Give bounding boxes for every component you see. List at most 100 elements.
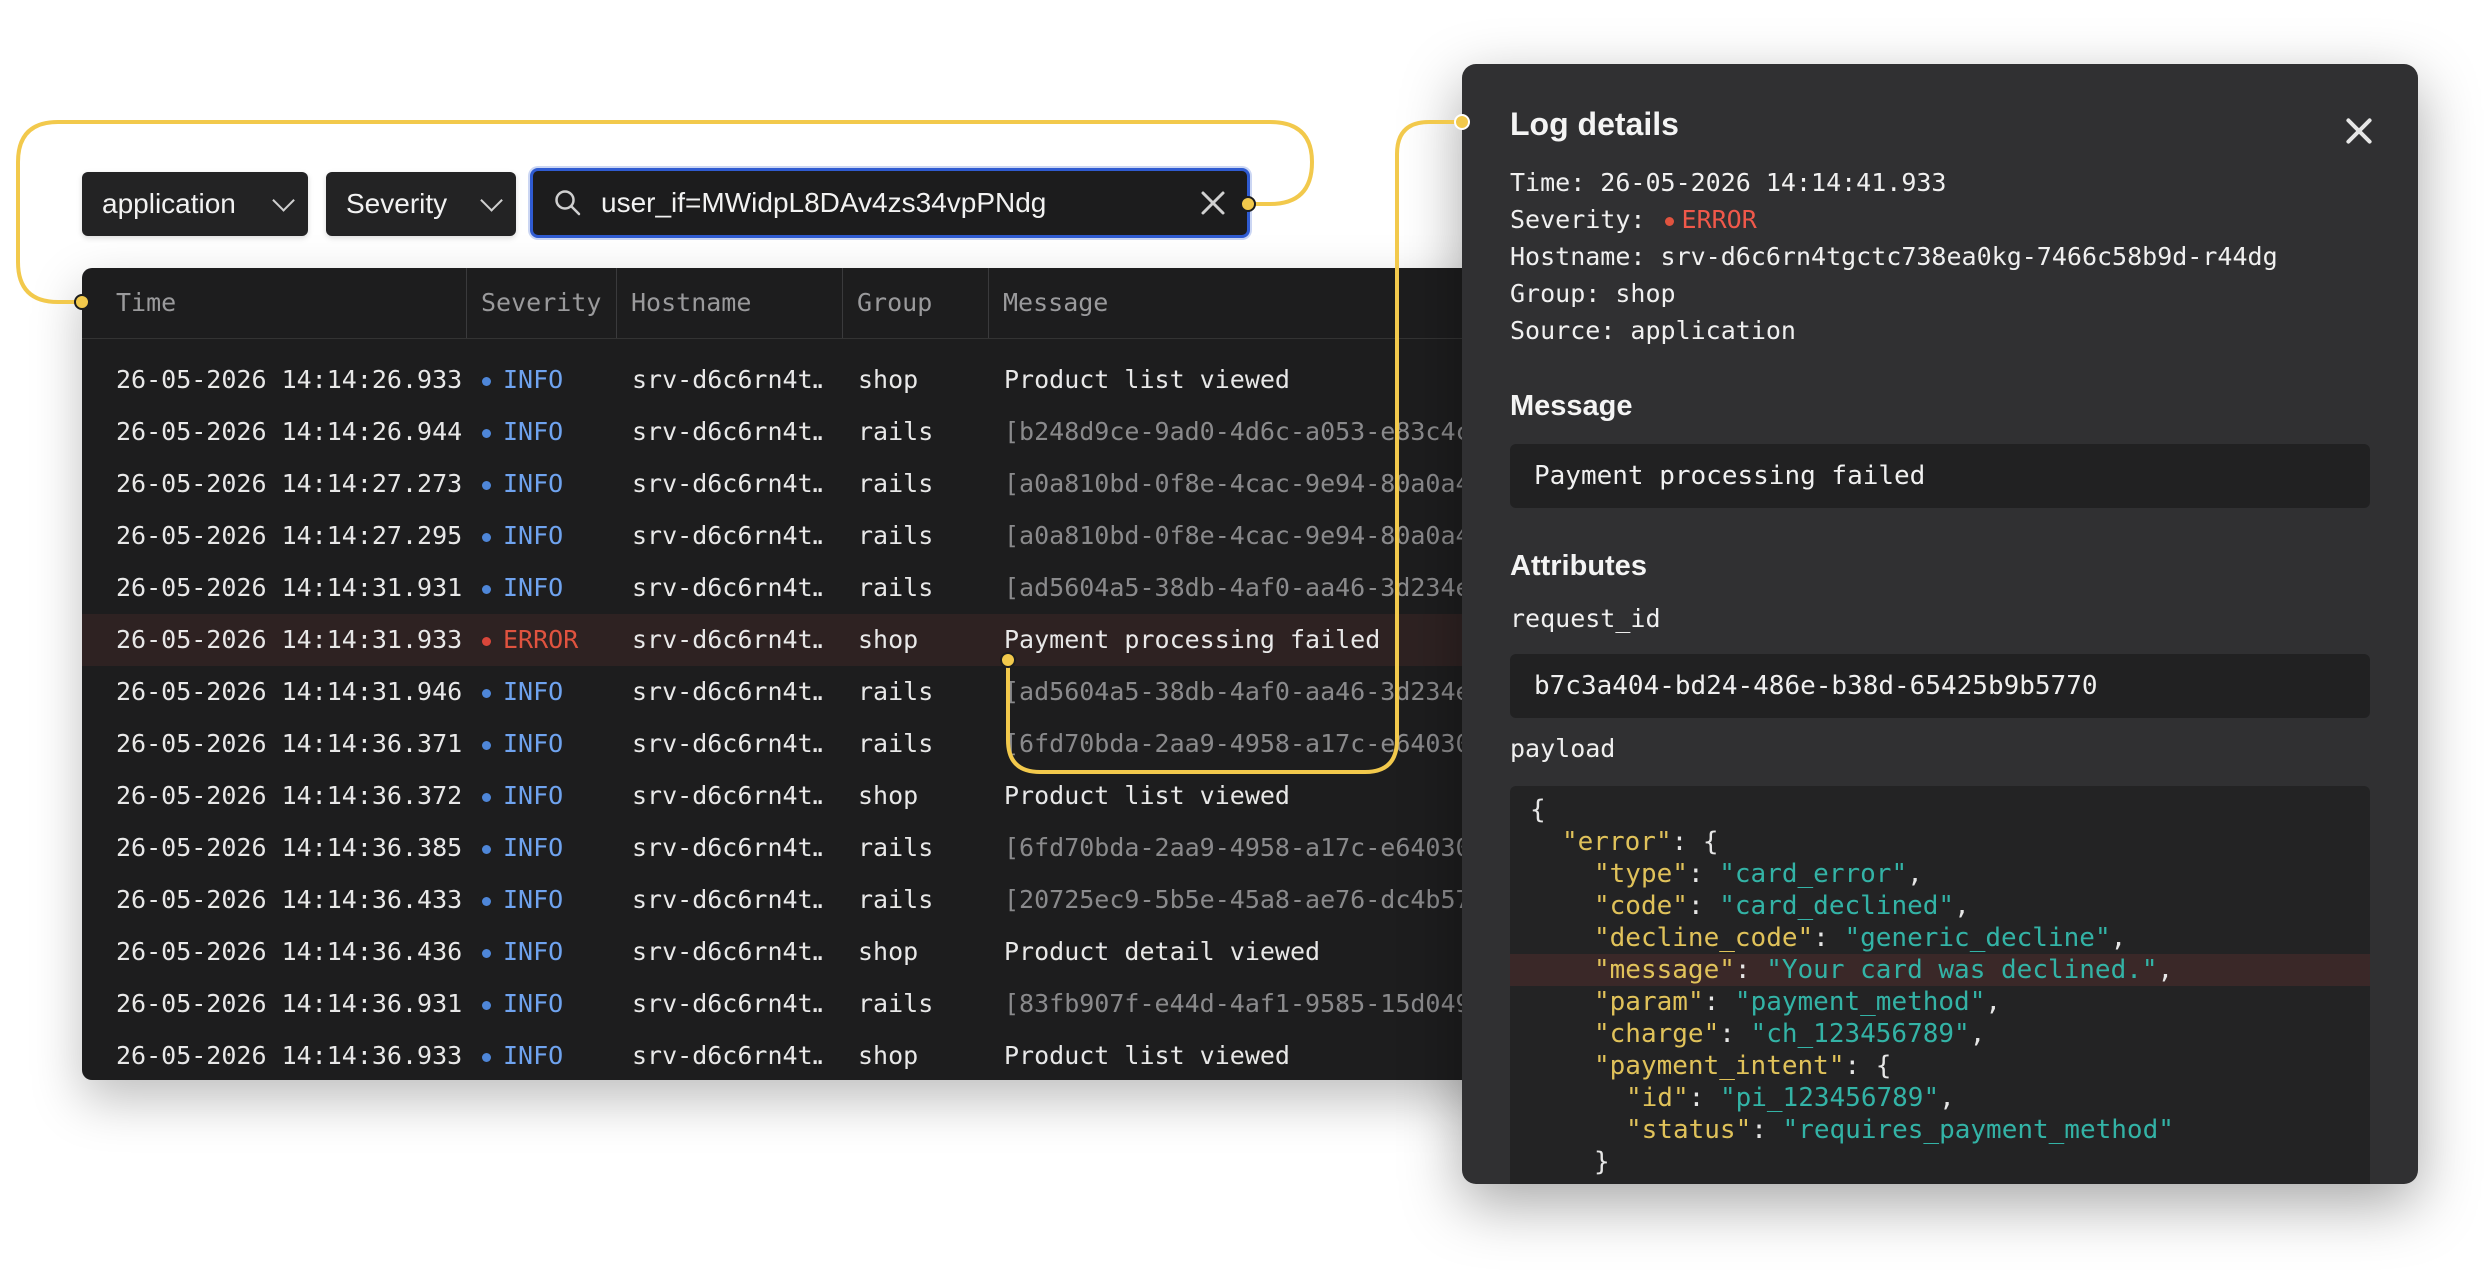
payload-brace: { <box>1530 795 1546 825</box>
payload-line: "payment_intent": { <box>1594 1051 1892 1081</box>
table-row[interactable]: 26-05-2026 14:14:26.933 INFO srv-d6c6rn4t…… <box>82 354 1512 406</box>
column-header-severity[interactable]: Severity <box>466 268 601 338</box>
severity-dot-icon <box>482 584 491 594</box>
cell-message: Product list viewed <box>1004 781 1290 810</box>
table-row[interactable]: 26-05-2026 14:14:36.385 INFO srv-d6c6rn4t…… <box>82 822 1512 874</box>
cell-time: 26-05-2026 14:14:36.436 <box>116 937 463 966</box>
cell-message: [6fd70bda-2aa9-4958-a17c-e64030 <box>1004 833 1471 862</box>
cell-hostname: srv-d6c6rn4t… <box>632 781 822 810</box>
column-header-message[interactable]: Message <box>988 268 1108 338</box>
severity-dot-icon <box>482 428 491 438</box>
detail-group: Group: shop <box>1510 279 1676 308</box>
cell-hostname: srv-d6c6rn4t… <box>632 677 822 706</box>
payload-value: "ch_123456789" <box>1750 1019 1970 1049</box>
severity-text: INFO <box>503 573 564 602</box>
payload-key: "payment_intent" <box>1594 1051 1845 1081</box>
chevron-down-icon <box>272 189 295 212</box>
severity-text: INFO <box>503 677 564 706</box>
cell-message: [ad5604a5-38db-4af0-aa46-3d234e <box>1004 677 1471 706</box>
payload-open-brace: { <box>1875 1051 1892 1081</box>
cell-severity: INFO <box>482 354 632 406</box>
payload-line: { <box>1510 794 2370 826</box>
cell-group: rails <box>858 677 934 706</box>
table-row[interactable]: 26-05-2026 14:14:36.371 INFO srv-d6c6rn4t…… <box>82 718 1512 770</box>
table-row[interactable]: 26-05-2026 14:14:31.946 INFO srv-d6c6rn4t…… <box>82 666 1512 718</box>
search-input[interactable]: user_if=MWidpL8DAv4zs34vpPNdg <box>530 168 1250 238</box>
table-row[interactable]: 26-05-2026 14:14:36.933 INFO srv-d6c6rn4t…… <box>82 1030 1512 1080</box>
cell-hostname: srv-d6c6rn4t… <box>632 937 822 966</box>
payload-line: "decline_code": "generic_decline", <box>1594 923 2127 953</box>
severity-filter-dropdown[interactable]: Severity <box>326 172 516 236</box>
severity-dot-icon <box>482 636 491 646</box>
table-row[interactable]: 26-05-2026 14:14:36.433 INFO srv-d6c6rn4t…… <box>82 874 1512 926</box>
cell-time: 26-05-2026 14:14:36.371 <box>116 729 463 758</box>
column-header-time[interactable]: Time <box>116 268 176 338</box>
severity-text: INFO <box>503 937 564 966</box>
cell-time: 26-05-2026 14:14:31.933 <box>116 625 463 654</box>
payload-line: "param": "payment_method", <box>1594 987 2002 1017</box>
table-header: Time Severity Hostname Group Message <box>82 268 1512 339</box>
details-title: Log details <box>1510 106 1679 142</box>
cell-message: Payment processing failed <box>1004 625 1381 654</box>
close-icon[interactable] <box>2342 114 2376 148</box>
cell-message: Product detail viewed <box>1004 937 1321 966</box>
payload-line: "error": { <box>1562 827 1719 857</box>
cell-severity: INFO <box>482 1030 632 1080</box>
severity-text: INFO <box>503 417 564 446</box>
severity-dot-icon <box>482 480 491 490</box>
severity-text: INFO <box>503 365 564 394</box>
column-header-group[interactable]: Group <box>842 268 932 338</box>
cell-severity: INFO <box>482 666 632 718</box>
cell-severity: INFO <box>482 926 632 978</box>
column-header-hostname[interactable]: Hostname <box>616 268 751 338</box>
payload-open-brace: { <box>1702 827 1719 857</box>
cell-time: 26-05-2026 14:14:36.933 <box>116 1041 463 1070</box>
cell-time: 26-05-2026 14:14:36.433 <box>116 885 463 914</box>
cell-hostname: srv-d6c6rn4t… <box>632 729 822 758</box>
payload-value: "Your card was declined." <box>1766 955 2158 985</box>
payload-code-block: {"error": {"type": "card_error", "code": … <box>1510 786 2370 1184</box>
table-row[interactable]: 26-05-2026 14:14:31.933 ERROR srv-d6c6rn4t… <box>82 614 1512 666</box>
cell-message: [ad5604a5-38db-4af0-aa46-3d234e <box>1004 573 1471 602</box>
table-row[interactable]: 26-05-2026 14:14:31.931 INFO srv-d6c6rn4t…… <box>82 562 1512 614</box>
cell-time: 26-05-2026 14:14:36.931 <box>116 989 463 1018</box>
cell-severity: INFO <box>482 562 632 614</box>
severity-text: INFO <box>503 989 564 1018</box>
cell-hostname: srv-d6c6rn4t… <box>632 417 822 446</box>
cell-group: rails <box>858 417 934 446</box>
cell-time: 26-05-2026 14:14:31.946 <box>116 677 463 706</box>
severity-dot-icon <box>482 740 491 750</box>
severity-dot-icon <box>482 376 491 386</box>
payload-value: "generic_decline" <box>1844 923 2111 953</box>
cell-hostname: srv-d6c6rn4t… <box>632 573 822 602</box>
cell-group: rails <box>858 729 934 758</box>
cell-message: Product list viewed <box>1004 1041 1290 1070</box>
cell-group: rails <box>858 885 934 914</box>
severity-filter-label: Severity <box>346 188 448 219</box>
severity-text: INFO <box>503 729 564 758</box>
table-row[interactable]: 26-05-2026 14:14:27.273 INFO srv-d6c6rn4t…… <box>82 458 1512 510</box>
cell-severity: INFO <box>482 874 632 926</box>
payload-line: "code": "card_declined", <box>1594 891 1970 921</box>
table-row[interactable]: 26-05-2026 14:14:26.944 INFO srv-d6c6rn4t…… <box>82 406 1512 458</box>
payload-key: "param" <box>1594 987 1704 1017</box>
cell-time: 26-05-2026 14:14:26.933 <box>116 365 463 394</box>
severity-text: INFO <box>503 781 564 810</box>
table-row[interactable]: 26-05-2026 14:14:36.436 INFO srv-d6c6rn4t…… <box>82 926 1512 978</box>
severity-text: INFO <box>503 469 564 498</box>
cell-group: rails <box>858 833 934 862</box>
cell-message: Product list viewed <box>1004 365 1290 394</box>
table-row[interactable]: 26-05-2026 14:14:36.931 INFO srv-d6c6rn4t…… <box>82 978 1512 1030</box>
message-box: Payment processing failed <box>1510 444 2370 508</box>
payload-label: payload <box>1510 734 1616 763</box>
cell-hostname: srv-d6c6rn4t… <box>632 833 822 862</box>
cell-severity: ERROR <box>482 614 632 666</box>
table-row[interactable]: 26-05-2026 14:14:36.372 INFO srv-d6c6rn4t…… <box>82 770 1512 822</box>
detail-hostname: Hostname: srv-d6c6rn4tgctc738ea0kg-7466c… <box>1510 242 2278 271</box>
cell-hostname: srv-d6c6rn4t… <box>632 1041 822 1070</box>
severity-dot-icon <box>482 792 491 802</box>
clear-search-icon[interactable] <box>1199 189 1227 217</box>
severity-text: INFO <box>503 833 564 862</box>
table-row[interactable]: 26-05-2026 14:14:27.295 INFO srv-d6c6rn4t…… <box>82 510 1512 562</box>
source-filter-dropdown[interactable]: application <box>82 172 308 236</box>
